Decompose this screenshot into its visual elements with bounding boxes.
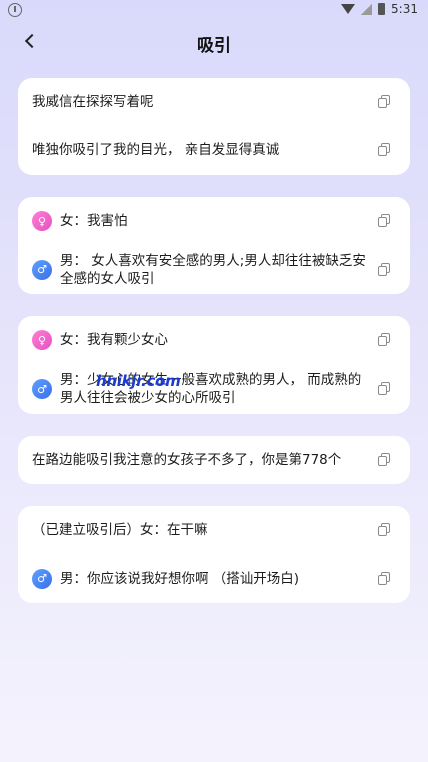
list-item[interactable]: ♀ 女：我有颗少女心 <box>18 316 410 364</box>
battery-icon <box>378 3 386 15</box>
phrase-text: （已建立吸引后）女：在干嘛 <box>32 522 208 538</box>
list-item[interactable]: 我威信在探探写着呢 <box>18 78 410 126</box>
phrase-text: 我威信在探探写着呢 <box>32 94 154 110</box>
page-title: 吸引 <box>197 36 231 56</box>
copy-icon[interactable] <box>378 453 390 466</box>
phrase-text: 唯独你吸引了我的目光， 亲自发显得真诚 <box>32 142 280 158</box>
female-symbol-icon: ♀ <box>32 330 52 350</box>
phrase-text: 女：我有颗少女心 <box>60 332 168 348</box>
status-icons: 5:31 <box>341 2 418 16</box>
phrase-card: ♀ 女：我有颗少女心 ♂ 男：少女心的女生一般喜欢成熟的男人， 而成熟的男人往往… <box>18 316 410 414</box>
list-item[interactable]: ♀ 女：我害怕 <box>18 197 410 245</box>
phrase-text: 男：你应该说我好想你啊 （搭讪开场白) <box>60 570 300 587</box>
header: 吸引 <box>0 26 428 58</box>
phrase-text: 男：少女心的女生一般喜欢成熟的男人， 而成熟的男人往往会被少女的心所吸引 <box>60 372 362 406</box>
copy-icon[interactable] <box>378 95 390 108</box>
copy-icon[interactable] <box>378 143 390 156</box>
male-symbol-icon: ♂ <box>32 379 52 399</box>
phrase-card: 我威信在探探写着呢 唯独你吸引了我的目光， 亲自发显得真诚 <box>18 78 410 175</box>
list-item[interactable]: （已建立吸引后）女：在干嘛 <box>18 506 410 554</box>
phrase-text: 在路边能吸引我注意的女孩子不多了，你是第778个 <box>32 452 342 468</box>
copy-icon[interactable] <box>378 382 390 395</box>
phrase-text: 男： 女人喜欢有安全感的男人;男人却往往被缺乏安全感的女人吸引 <box>60 252 366 287</box>
male-symbol-icon: ♂ <box>32 259 52 280</box>
list-item[interactable]: 唯独你吸引了我的目光， 亲自发显得真诚 <box>18 126 410 174</box>
copy-icon[interactable] <box>378 262 390 276</box>
copy-icon[interactable] <box>378 333 390 346</box>
signal-icon <box>361 3 373 15</box>
phrase-text: 女：我害怕 <box>60 213 128 229</box>
copy-icon[interactable] <box>378 571 390 585</box>
wifi-icon <box>341 4 356 14</box>
male-symbol-icon: ♂ <box>32 568 52 589</box>
copy-icon[interactable] <box>378 214 390 227</box>
list-item[interactable]: 在路边能吸引我注意的女孩子不多了，你是第778个 <box>18 436 410 484</box>
download-icon <box>8 3 22 17</box>
phrase-card: （已建立吸引后）女：在干嘛 ♂ 男：你应该说我好想你啊 （搭讪开场白) <box>18 506 410 603</box>
list-item[interactable]: ♂ 男：少女心的女生一般喜欢成熟的男人， 而成熟的男人往往会被少女的心所吸引 <box>18 364 410 414</box>
list-item[interactable]: ♂ 男：你应该说我好想你啊 （搭讪开场白) <box>18 554 410 603</box>
list-item[interactable]: ♂ 男： 女人喜欢有安全感的男人;男人却往往被缺乏安全感的女人吸引 <box>18 245 410 294</box>
status-bar: 5:31 <box>0 0 428 22</box>
phrase-card: ♀ 女：我害怕 ♂ 男： 女人喜欢有安全感的男人;男人却往往被缺乏安全感的女人吸… <box>18 197 410 294</box>
copy-icon[interactable] <box>378 523 390 536</box>
female-symbol-icon: ♀ <box>32 211 52 231</box>
status-time: 5:31 <box>391 2 418 16</box>
phrase-card: 在路边能吸引我注意的女孩子不多了，你是第778个 <box>18 436 410 484</box>
